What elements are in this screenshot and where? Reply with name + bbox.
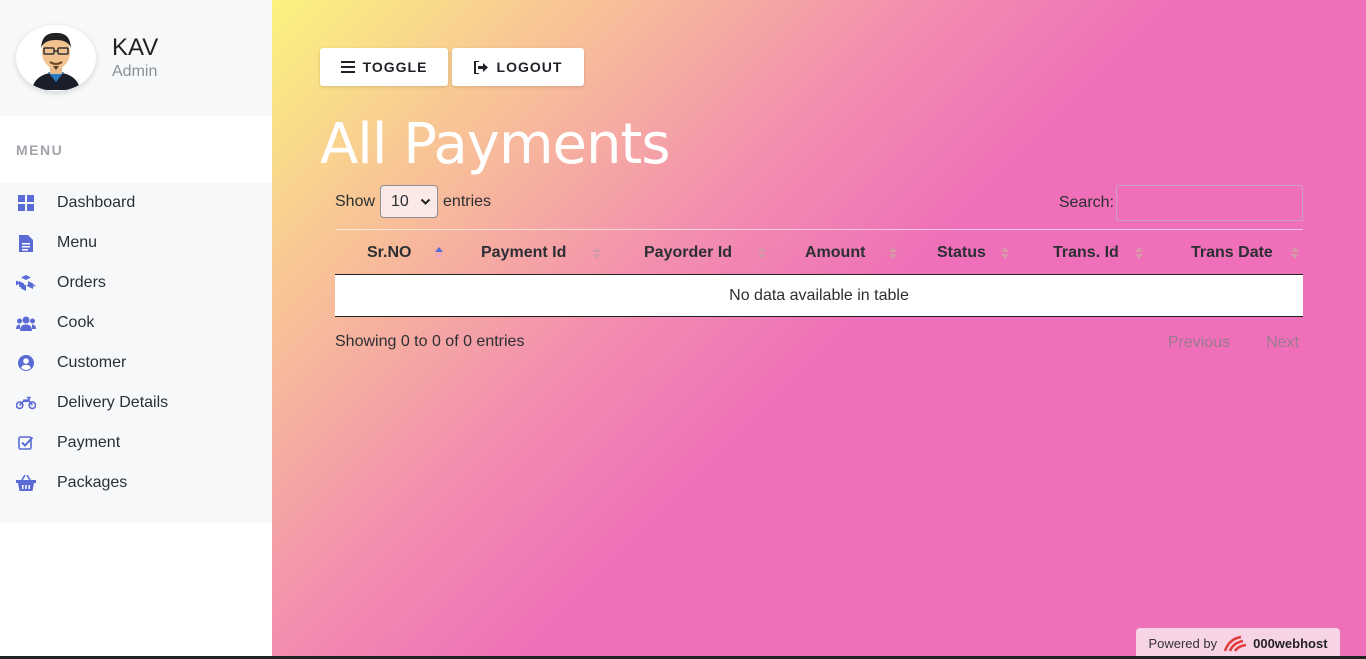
sort-icon <box>889 247 897 259</box>
sidebar-item-payment[interactable]: Payment <box>0 423 272 463</box>
sort-icon <box>593 247 601 259</box>
page-length-select[interactable]: 10 <box>380 185 439 218</box>
webhost-brand: 000webhost <box>1253 636 1328 651</box>
column-header-sr-no[interactable]: Sr.NO <box>335 230 447 276</box>
sort-icon <box>1001 247 1009 259</box>
sidebar-item-customer[interactable]: Customer <box>0 343 272 383</box>
table-info: Showing 0 to 0 of 0 entries <box>335 333 525 350</box>
search-input[interactable] <box>1116 185 1303 221</box>
sidebar-menu: Dashboard Menu Orders Cook Customer Deli… <box>0 183 272 523</box>
sidebar-item-label: Payment <box>57 434 121 451</box>
cubes-icon <box>16 274 36 292</box>
sidebar-item-orders[interactable]: Orders <box>0 263 272 303</box>
basket-icon <box>16 474 36 492</box>
table-empty-row: No data available in table <box>335 275 1303 317</box>
show-label: Show <box>335 192 376 210</box>
sidebar-item-label: Customer <box>57 354 127 371</box>
sidebar-item-packages[interactable]: Packages <box>0 463 272 503</box>
sort-icon <box>1291 247 1299 259</box>
column-header-amount[interactable]: Amount <box>770 230 901 276</box>
sidebar-item-label: Delivery Details <box>57 394 169 411</box>
sidebar-item-menu[interactable]: Menu <box>0 223 272 263</box>
sidebar-item-label: Menu <box>57 234 98 251</box>
sidebar-item-cook[interactable]: Cook <box>0 303 272 343</box>
bars-icon <box>340 61 355 73</box>
users-icon <box>16 314 36 332</box>
toggle-button-label: TOGGLE <box>362 59 428 75</box>
chevron-down-icon <box>420 198 431 205</box>
search-control: Search: <box>1059 185 1303 221</box>
profile-card: KAV Admin <box>0 0 272 116</box>
powered-by-badge[interactable]: Powered by 000webhost <box>1136 628 1340 659</box>
sidebar-item-label: Orders <box>57 274 106 291</box>
sidebar: KAV Admin MENU Dashboard Menu Orders Coo… <box>0 0 272 659</box>
main-content: TOGGLE LOGOUT All Payments Show 10 entri… <box>272 0 1366 659</box>
previous-button[interactable]: Previous <box>1150 334 1248 352</box>
profile-role: Admin <box>112 63 158 80</box>
profile-name: KAV <box>112 34 159 61</box>
column-header-trans-date[interactable]: Trans Date <box>1147 230 1303 276</box>
search-label: Search: <box>1058 194 1114 211</box>
column-header-payorder-id[interactable]: Payorder Id <box>605 230 770 276</box>
column-header-payment-id[interactable]: Payment Id <box>447 230 605 276</box>
pagination: Previous Next <box>1150 334 1317 352</box>
avatar-image <box>32 32 80 90</box>
webhost-logo-icon <box>1223 635 1247 652</box>
sidebar-item-label: Packages <box>57 474 128 491</box>
check-square-icon <box>16 434 36 452</box>
sidebar-item-delivery-details[interactable]: Delivery Details <box>0 383 272 423</box>
next-button[interactable]: Next <box>1248 334 1317 352</box>
motorcycle-icon <box>16 394 36 412</box>
sort-icon <box>1135 247 1143 259</box>
entries-label: entries <box>443 192 492 210</box>
page-length-control: Show 10 entries <box>335 185 491 218</box>
sidebar-item-label: Cook <box>57 314 95 331</box>
logout-button[interactable]: LOGOUT <box>452 48 584 86</box>
sidebar-item-dashboard[interactable]: Dashboard <box>0 183 272 223</box>
page-length-value: 10 <box>391 192 409 210</box>
avatar <box>16 25 96 91</box>
sign-out-icon <box>473 60 488 74</box>
sort-icon <box>758 247 766 259</box>
dashboard-icon <box>16 194 36 212</box>
sidebar-item-label: Dashboard <box>57 194 136 211</box>
column-header-trans-id[interactable]: Trans. Id <box>1013 230 1147 276</box>
sort-ascending-icon <box>435 247 443 259</box>
document-icon <box>16 234 36 252</box>
powered-by-label: Powered by <box>1148 636 1218 651</box>
column-header-status[interactable]: Status <box>901 230 1013 276</box>
payments-table: Sr.NO Payment Id Payorder Id Amount Stat… <box>335 229 1303 317</box>
table-header: Sr.NO Payment Id Payorder Id Amount Stat… <box>335 229 1303 275</box>
menu-heading: MENU <box>16 141 64 158</box>
logout-button-label: LOGOUT <box>496 59 563 75</box>
user-circle-icon <box>16 354 36 372</box>
toggle-button[interactable]: TOGGLE <box>320 48 448 86</box>
page-title: All Payments <box>320 112 671 177</box>
